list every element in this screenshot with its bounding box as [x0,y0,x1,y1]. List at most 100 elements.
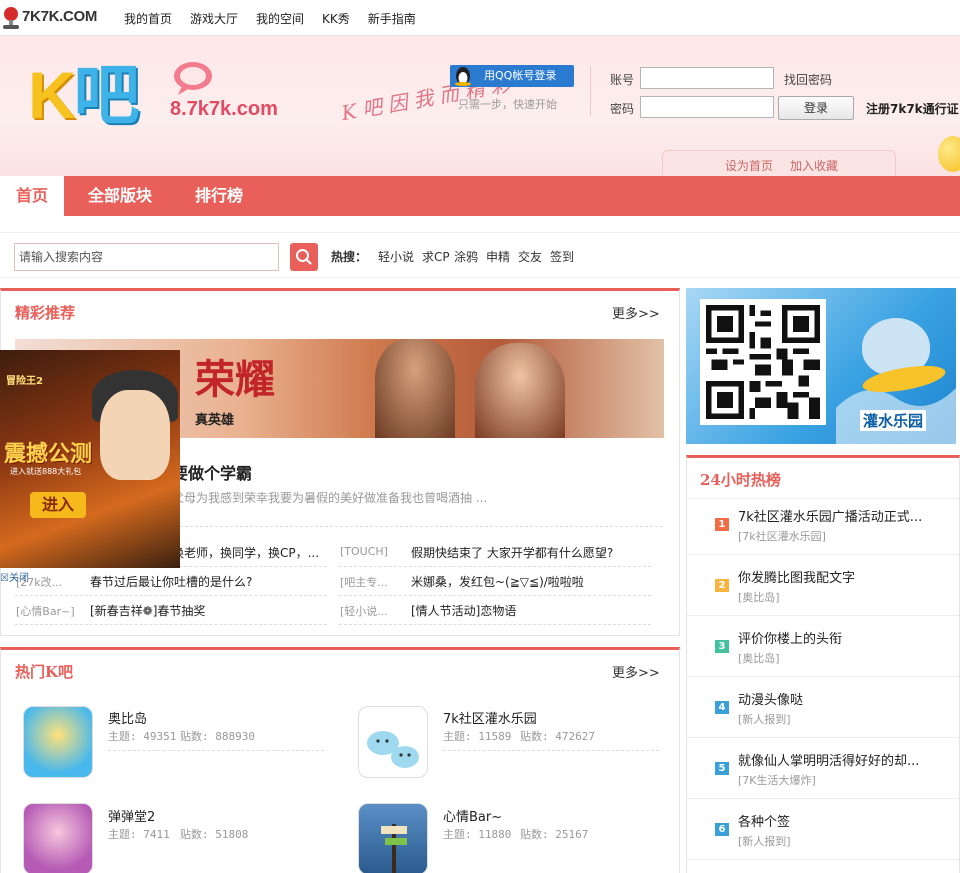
nav-kk-show[interactable]: KK秀 [322,10,350,27]
divider [687,676,959,677]
hot-topic-title[interactable]: 各种个签 [738,811,944,830]
divider [687,498,959,499]
top-bar: 7K7K.COM 我的首页 游戏大厅 我的空间 KK秀 新手指南 [0,0,960,36]
hot-topic-title[interactable]: 就像仙人掌明明活得好好的却... [738,750,944,769]
board-posts: 贴数: 51808 [180,828,249,841]
divider [687,798,959,799]
hot-keyword[interactable]: 涂鸦 [454,248,478,265]
kb-logo[interactable]: K吧 [28,62,140,128]
banner-soldier-figure [375,339,455,438]
divider [108,750,324,751]
hot-topic-source[interactable]: [7K生活大爆炸] [738,772,816,788]
nav-my-space[interactable]: 我的空间 [256,10,304,27]
balloon-icon [938,136,960,172]
board-name[interactable]: 奥比岛 [108,708,147,727]
row-tag[interactable]: [轻小说... [340,603,388,619]
search-icon [296,249,312,265]
row-title[interactable]: 换老师，换同学，换CP，... [172,544,319,561]
aobi-island-icon[interactable] [23,706,93,778]
floating-ad[interactable]: 冒险王2 震撼公测 进入就送888大礼包 进入 [0,350,180,568]
hot-topic-title[interactable]: 动漫头像哒 [738,689,944,708]
board-topics: 主题: 11589 [443,730,512,743]
account-label: 账号 [610,73,635,87]
hot-keyword[interactable]: 轻小说 [378,248,414,265]
nav-game-hall[interactable]: 游戏大厅 [190,10,238,27]
hot-topic-title[interactable]: 7k社区灌水乐园广播活动正式... [738,506,944,525]
row-tag[interactable]: [吧主专... [340,574,388,590]
password-input[interactable] [640,96,774,118]
search-button[interactable] [290,243,318,271]
divider [15,595,327,596]
hot-keyword[interactable]: 交友 [518,248,542,265]
close-icon: ☒ [0,573,9,584]
rank-number: 3 [715,640,729,653]
divider [15,624,327,625]
board-name[interactable]: 心情Bar~ [443,806,502,825]
ad-enter-button[interactable]: 进入 [30,492,86,518]
joystick-logo-icon [3,7,19,29]
hot-keyword[interactable]: 申精 [486,248,510,265]
divider [687,737,959,738]
set-home-link[interactable]: 设为首页 [725,157,773,174]
divider [339,624,651,625]
water-park-icon[interactable] [358,706,428,778]
board-name[interactable]: 弹弹堂2 [108,806,155,825]
qr-card-label: 灌水乐园 [860,410,927,431]
rank-number: 5 [715,762,729,775]
ddtank-icon[interactable] [23,803,93,873]
tab-home[interactable]: 首页 [0,176,64,216]
hot-topic-source[interactable]: [新人报到] [738,711,791,727]
board-topics: 主题: 11880 [443,828,512,841]
password-label: 密码 [610,102,635,116]
hot-topic-title[interactable]: 评价你楼上的头衔 [738,628,944,647]
qq-penguin-icon [455,67,471,86]
board-name[interactable]: 7k社区灌水乐园 [443,708,537,727]
qr-code [700,299,826,425]
mood-bar-icon[interactable] [358,803,428,873]
favorites-bar [662,150,896,178]
row-title[interactable]: 春节过后最让你吐槽的是什么? [90,573,252,590]
hot-topic-source[interactable]: [奥比岛] [738,650,780,666]
login-button[interactable]: 登录 [778,96,854,120]
brand-name[interactable]: 7K7K.COM [22,8,97,25]
divider [687,554,959,555]
banner-heroine-figure [475,343,565,438]
account-input[interactable] [640,67,774,89]
hot-topic-title[interactable]: 你发腾比图我配文字 [738,567,944,586]
hot-24h-title: 24小时热榜 [700,471,781,489]
site-domain: 8.7k7k.com [170,98,278,120]
board-posts: 贴数: 888930 [180,730,255,743]
featured-title: 精彩推荐 [15,304,76,322]
chat-bubble-icon [174,62,212,95]
nav-my-home[interactable]: 我的首页 [124,10,172,27]
forgot-password-link[interactable]: 找回密码 [784,71,832,88]
ad-game-logo: 冒险王2 [6,376,43,387]
add-favorite-link[interactable]: 加入收藏 [790,157,838,174]
row-title[interactable]: [新春吉祥❁]春节抽奖 [90,602,205,619]
row-title[interactable]: 米娜桑，发红包~(≧▽≦)/啦啦啦 [411,573,584,590]
row-tag[interactable]: [心情Bar~] [16,603,75,619]
qq-login-subtitle: 只需一步，快速开始 [458,98,557,111]
hot-keyword[interactable]: 签到 [550,248,574,265]
hot-topic-source[interactable]: [新人报到] [738,833,791,849]
hot-topic-source[interactable]: [7k社区灌水乐园] [738,528,826,544]
hot-k-more-link[interactable]: 更多>> [612,662,660,681]
row-title[interactable]: [情人节活动]恋物语 [411,602,516,619]
row-tag[interactable]: [TOUCH] [340,545,388,558]
tab-all-boards[interactable]: 全部版块 [88,176,152,216]
register-link[interactable]: 注册7k7k通行证 [866,100,959,117]
login-divider [590,66,591,116]
qr-code-icon [706,305,820,419]
featured-more-link[interactable]: 更多>> [612,303,660,322]
row-title[interactable]: 假期快结束了 大家开学都有什么愿望? [411,544,613,561]
close-ad-link[interactable]: ☒关闭 [0,569,29,584]
featured-headline[interactable]: 要做个学霸 [172,460,252,484]
divider [339,566,651,567]
hot-keyword[interactable]: 求CP [422,248,450,265]
divider [443,750,659,751]
hot-topic-source[interactable]: [奥比岛] [738,589,780,605]
tab-rankings[interactable]: 排行榜 [195,176,243,216]
rank-number: 4 [715,701,729,714]
nav-guide[interactable]: 新手指南 [368,10,416,27]
search-input[interactable]: 请输入搜索内容 [14,243,279,271]
